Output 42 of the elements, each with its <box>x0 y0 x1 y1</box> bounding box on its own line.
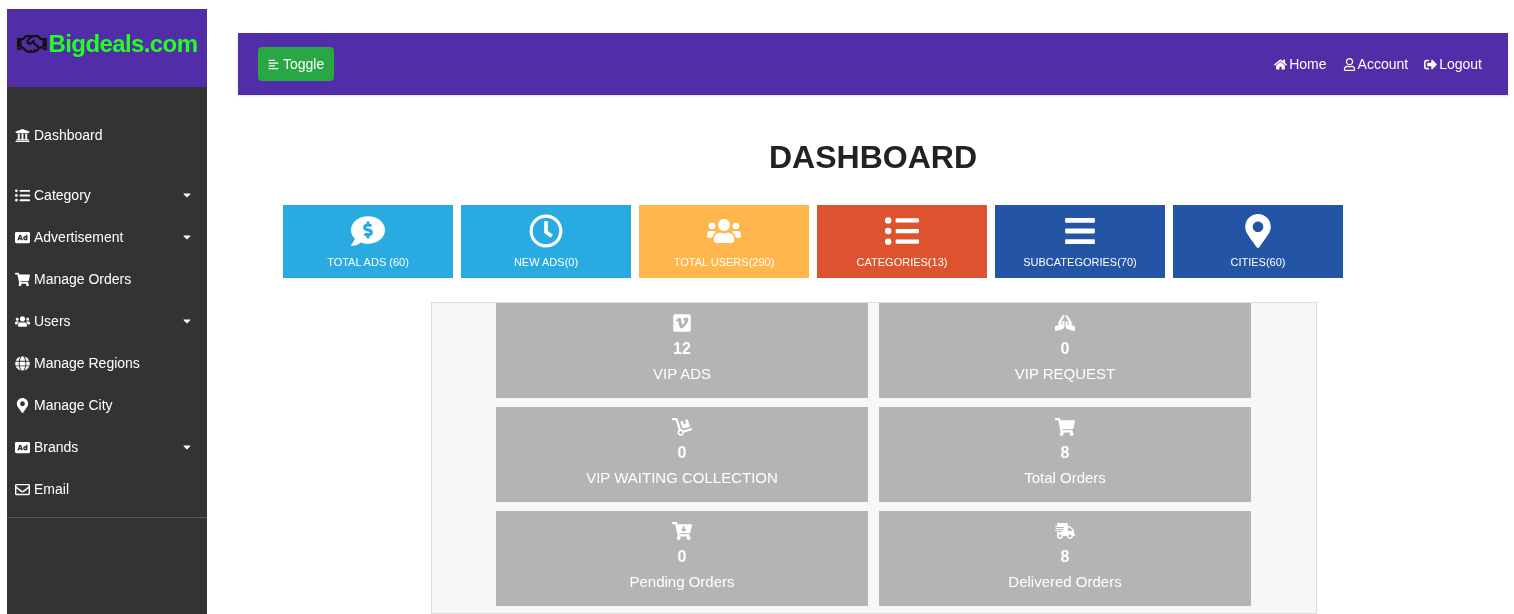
globe-icon <box>15 355 30 371</box>
stat-tile[interactable]: CITIES(60) <box>1173 205 1343 279</box>
sidebar-item[interactable]: Manage Regions <box>7 342 207 384</box>
list-icon <box>15 187 30 203</box>
cart-arrow-icon <box>672 521 692 542</box>
bank-icon <box>15 127 30 143</box>
align-left-icon <box>268 58 279 70</box>
sidebar-item[interactable]: Manage City <box>7 384 207 426</box>
user-icon <box>1342 57 1356 71</box>
stat-card: 0 VIP REQUEST <box>879 303 1251 399</box>
praying-hands-icon <box>1055 313 1075 334</box>
stat-tile[interactable]: SUBCATEGORIES(70) <box>995 205 1165 279</box>
sidebar-item[interactable]: Dashboard <box>7 114 207 156</box>
sidebar-item[interactable]: Category <box>7 174 207 216</box>
stat-tile[interactable]: CATEGORIES(13) <box>817 205 987 279</box>
page-title: DASHBOARD <box>769 138 977 178</box>
sidebar-item[interactable]: Manage Orders <box>7 258 207 300</box>
nav-link[interactable]: Home <box>1274 53 1327 75</box>
cart-icon <box>1055 417 1075 438</box>
stat-card: 0 VIP WAITING COLLECTION <box>496 407 868 503</box>
logout-icon <box>1424 57 1438 71</box>
stat-card: 12 VIP ADS <box>496 303 868 399</box>
dollar-bubble-icon <box>351 213 385 248</box>
cart-icon <box>15 271 30 287</box>
hand-truck-icon <box>672 417 692 438</box>
envelope-icon <box>15 481 30 497</box>
stat-card: 0 Pending Orders <box>496 511 868 607</box>
ad-icon <box>15 439 30 455</box>
nav-link[interactable]: Logout <box>1424 53 1482 75</box>
sidebar-item[interactable]: Brands <box>7 426 207 468</box>
sidebar-item[interactable]: Email <box>7 468 207 510</box>
home-icon <box>1274 57 1288 71</box>
map-pin-icon <box>15 397 30 413</box>
ad-icon <box>15 229 30 245</box>
fast-truck-icon <box>1055 521 1075 542</box>
users-icon <box>15 313 30 329</box>
nav-link[interactable]: Account <box>1342 53 1409 75</box>
clock-icon <box>529 213 563 248</box>
stat-card: 8 Total Orders <box>879 407 1251 503</box>
sidebar-item[interactable]: Users <box>7 300 207 342</box>
sidebar-item[interactable]: Advertisement <box>7 216 207 258</box>
stat-card: 8 Delivered Orders <box>879 511 1251 607</box>
